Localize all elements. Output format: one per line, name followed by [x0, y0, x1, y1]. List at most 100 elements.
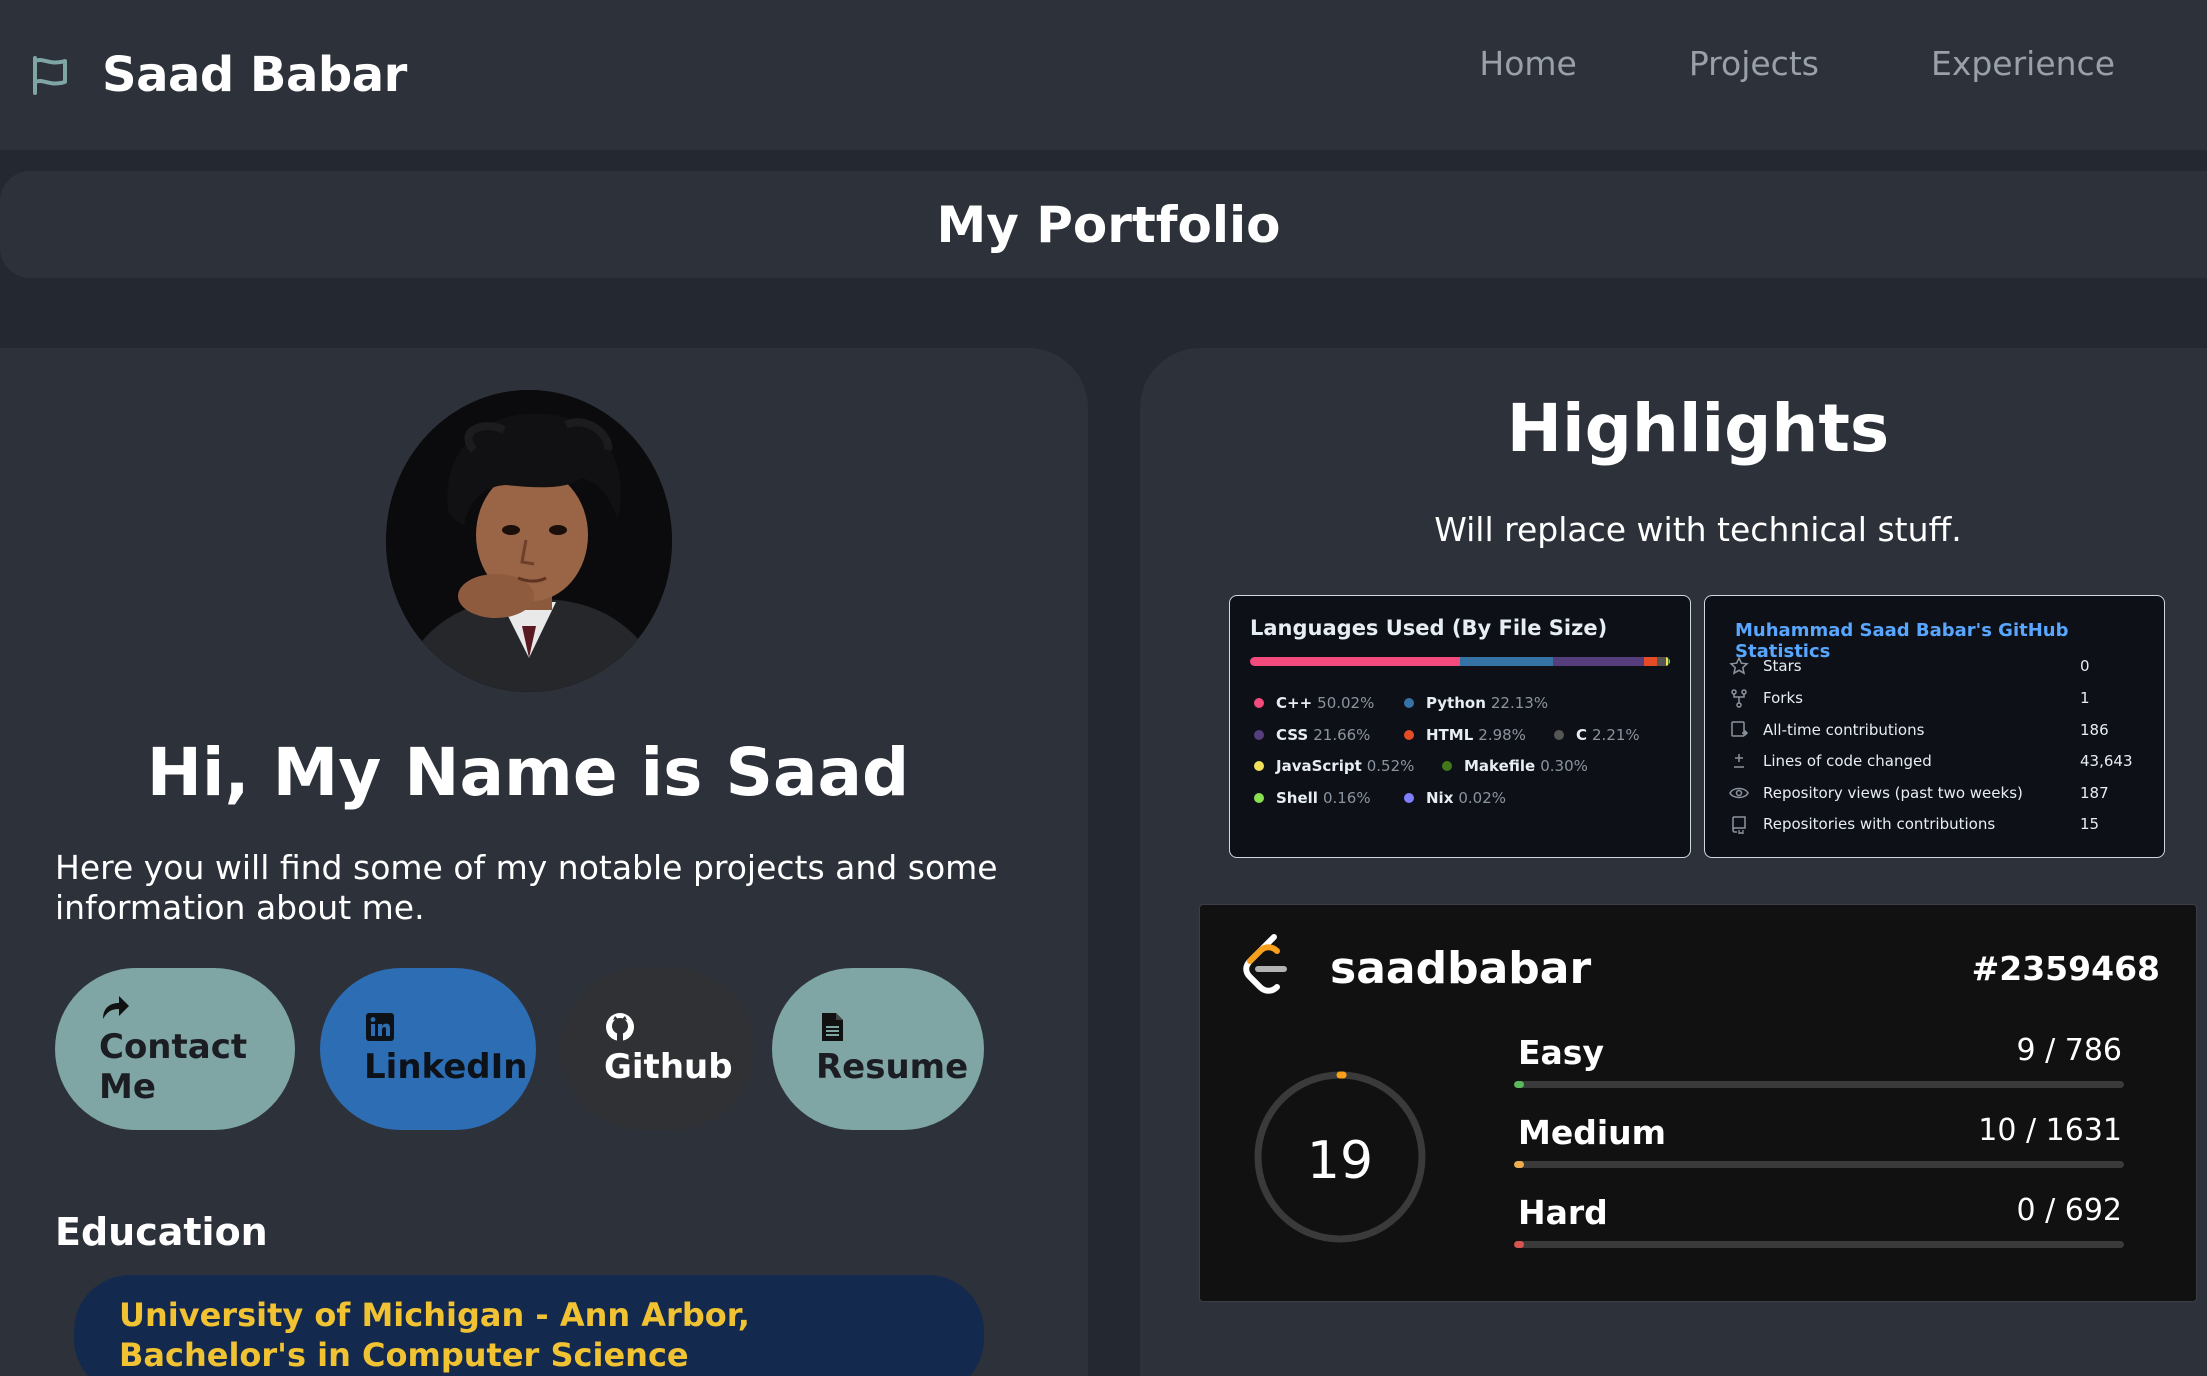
- difficulty-label: Hard: [1518, 1193, 1608, 1232]
- star-icon: [1729, 656, 1749, 675]
- stat-row-contributions: All-time contributions 186: [1729, 718, 2149, 742]
- github-icon: [606, 1013, 634, 1041]
- language-percent: 0.52%: [1366, 757, 1415, 775]
- language-percent: 2.98%: [1478, 726, 1526, 744]
- language-percent: 2.21%: [1592, 726, 1640, 744]
- language-item: Makefile 0.30%: [1442, 757, 1588, 775]
- github-button[interactable]: Github: [560, 968, 754, 1130]
- language-bar-segment: [1656, 657, 1666, 666]
- diff-icon: [1734, 754, 1744, 768]
- contact-me-label: Contact Me: [99, 1027, 248, 1107]
- avatar: [386, 390, 672, 692]
- brand[interactable]: Saad Babar: [28, 47, 407, 103]
- navbar: Saad Babar Home Projects Experience: [0, 0, 2207, 150]
- language-name: CSS: [1276, 726, 1309, 744]
- linkedin-icon: [366, 1013, 394, 1041]
- language-color-dot: [1254, 698, 1264, 708]
- language-color-dot: [1254, 761, 1264, 771]
- education-heading: Education: [55, 1210, 268, 1254]
- language-item: JavaScript 0.52%: [1254, 757, 1414, 775]
- language-color-dot: [1404, 793, 1414, 803]
- stat-value: 0: [2080, 657, 2090, 675]
- contact-me-button[interactable]: Contact Me: [55, 968, 295, 1130]
- language-percent: 0.02%: [1458, 789, 1507, 807]
- education-item[interactable]: University of Michigan - Ann Arbor, Bach…: [74, 1275, 984, 1376]
- language-name: Makefile: [1464, 757, 1536, 775]
- language-item: CSS 21.66%: [1254, 726, 1370, 744]
- language-name: C++: [1276, 694, 1313, 712]
- language-name: Shell: [1276, 789, 1318, 807]
- profile-card: Hi, My Name is Saad Here you will find s…: [0, 348, 1088, 1376]
- language-bar-segment: [1643, 657, 1657, 666]
- language-color-dot: [1404, 698, 1414, 708]
- language-percent: 22.13%: [1490, 694, 1549, 712]
- language-item: Python 22.13%: [1404, 694, 1548, 712]
- greeting-heading: Hi, My Name is Saad: [146, 734, 910, 811]
- language-color-dot: [1404, 730, 1414, 740]
- language-item: C++ 50.02%: [1254, 694, 1374, 712]
- highlights-subtitle: Will replace with technical stuff.: [1434, 510, 1962, 549]
- difficulty-label: Easy: [1518, 1033, 1604, 1072]
- language-name: Nix: [1426, 789, 1454, 807]
- resume-button[interactable]: Resume: [772, 968, 984, 1130]
- language-item: Shell 0.16%: [1254, 789, 1371, 807]
- nav-link-home[interactable]: Home: [1479, 44, 1576, 83]
- leetcode-username: saadbabar: [1330, 943, 1592, 994]
- stat-row-stars: Stars 0: [1729, 654, 2149, 678]
- resume-label: Resume: [816, 1047, 969, 1087]
- language-bar-segment: [1250, 657, 1461, 666]
- difficulty-track: [1514, 1161, 2124, 1168]
- difficulty-count: 10 / 1631: [1978, 1113, 2122, 1148]
- leetcode-logo-icon: [1243, 934, 1287, 994]
- highlights-heading: Highlights: [1506, 390, 1890, 467]
- stat-label: Forks: [1763, 689, 1803, 707]
- leetcode-rank: #2359468: [1971, 949, 2160, 988]
- brand-name: Saad Babar: [102, 47, 407, 103]
- eye-icon: [1729, 787, 1749, 799]
- difficulty-track: [1514, 1081, 2124, 1088]
- linkedin-label: LinkedIn: [364, 1047, 528, 1087]
- language-percent: 0.30%: [1540, 757, 1588, 775]
- github-stats-card[interactable]: Muhammad Saad Babar's GitHub Statistics …: [1704, 595, 2165, 858]
- language-item: C 2.21%: [1554, 726, 1640, 744]
- language-color-dot: [1254, 730, 1264, 740]
- languages-card[interactable]: Languages Used (By File Size) C++ 50.02% P…: [1229, 595, 1691, 858]
- contributions-icon: [1731, 721, 1749, 737]
- document-icon: [822, 1013, 843, 1041]
- language-name: HTML: [1426, 726, 1474, 744]
- difficulty-count: 9 / 786: [2016, 1033, 2122, 1068]
- stat-label: Repository views (past two weeks): [1763, 784, 2023, 802]
- stat-value: 15: [2080, 815, 2100, 833]
- title-bar: My Portfolio: [0, 171, 2207, 278]
- stat-label: Repositories with contributions: [1763, 815, 1996, 833]
- difficulty-count: 0 / 692: [2016, 1193, 2122, 1228]
- stat-row-forks: Forks 1: [1729, 686, 2149, 710]
- stat-value: 43,643: [2080, 752, 2133, 770]
- profile-photo: [386, 390, 672, 692]
- difficulty-fill: [1514, 1241, 1524, 1248]
- linkedin-button[interactable]: LinkedIn: [320, 968, 536, 1130]
- language-name: C: [1576, 726, 1588, 744]
- stat-value: 186: [2080, 721, 2109, 739]
- stat-label: Lines of code changed: [1763, 752, 1932, 770]
- solved-total: 19: [1306, 1131, 1374, 1191]
- share-arrow-icon: [103, 996, 129, 1019]
- stat-row-views: Repository views (past two weeks) 187: [1729, 781, 2149, 805]
- language-bar-segment: [1460, 657, 1554, 666]
- language-percent: 50.02%: [1317, 694, 1375, 712]
- languages-title: Languages Used (By File Size): [1250, 616, 1608, 640]
- language-name: JavaScript: [1276, 757, 1362, 775]
- leetcode-card[interactable]: saadbabar #2359468 19 Easy 9 / 786 Mediu…: [1199, 904, 2197, 1302]
- nav-link-experience[interactable]: Experience: [1931, 44, 2115, 83]
- intro-text: Here you will find some of my notable pr…: [55, 848, 998, 927]
- highlights-card: Highlights Will replace with technical s…: [1140, 348, 2207, 1376]
- stat-value: 1: [2080, 689, 2090, 707]
- languages-bar: [1250, 657, 1670, 666]
- nav-link-projects[interactable]: Projects: [1689, 44, 1819, 83]
- language-percent: 21.66%: [1313, 726, 1371, 744]
- language-item: Nix 0.02%: [1404, 789, 1506, 807]
- page-title: My Portfolio: [936, 195, 1281, 254]
- language-item: HTML 2.98%: [1404, 726, 1526, 744]
- education-item-label: University of Michigan - Ann Arbor, Bach…: [119, 1296, 750, 1374]
- github-label: Github: [604, 1047, 733, 1087]
